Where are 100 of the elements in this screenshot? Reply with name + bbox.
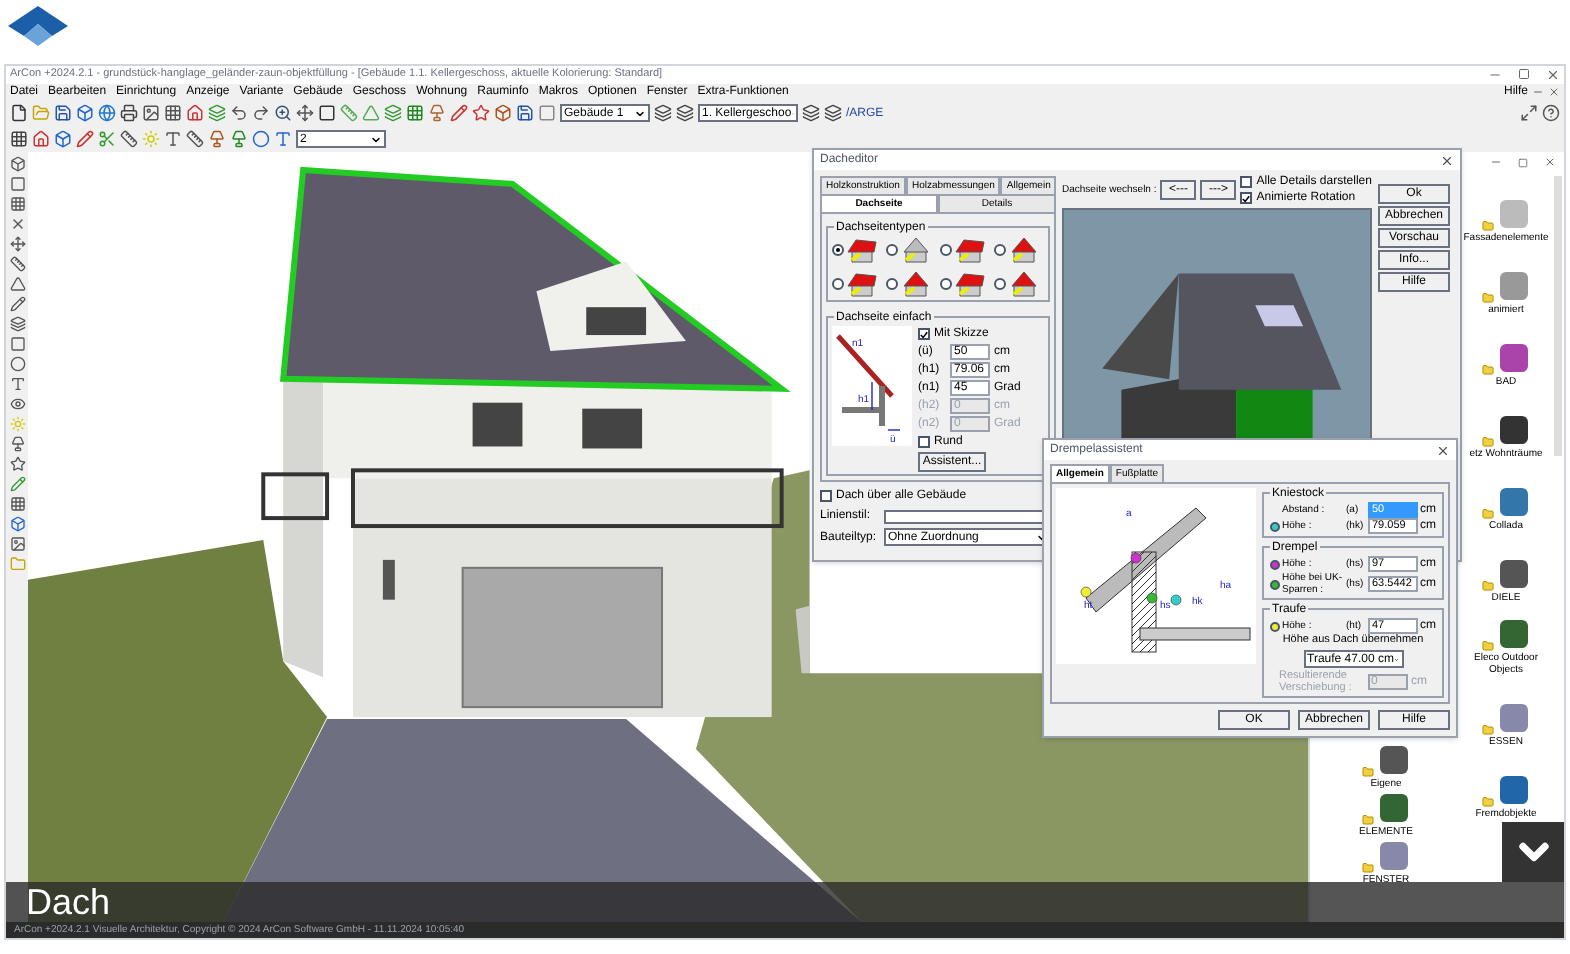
- close-icon[interactable]: [1440, 153, 1454, 167]
- cube-icon[interactable]: [9, 156, 25, 172]
- folder-icon: [1361, 862, 1373, 874]
- scrollbar[interactable]: [1554, 176, 1562, 456]
- grid-icon[interactable]: [406, 104, 424, 122]
- object-thumbnail: [1375, 742, 1411, 778]
- lamp-icon[interactable]: [208, 130, 226, 148]
- grid-icon[interactable]: [9, 496, 25, 512]
- zoom-icon[interactable]: [274, 104, 292, 122]
- folder-icon: [1481, 220, 1493, 232]
- roof-type-icon: [846, 270, 878, 298]
- checkbox[interactable]: [1240, 176, 1253, 188]
- roof-type-icon: [954, 270, 986, 298]
- cube-icon[interactable]: [76, 104, 94, 122]
- radio-button[interactable]: [832, 244, 844, 256]
- eye-icon[interactable]: [9, 396, 25, 412]
- cube-icon[interactable]: [494, 104, 512, 122]
- text-icon[interactable]: [164, 130, 182, 148]
- text-icon[interactable]: [274, 130, 292, 148]
- move-icon[interactable]: [296, 104, 314, 122]
- radio-button[interactable]: [940, 244, 952, 256]
- checkbox[interactable]: [918, 328, 930, 340]
- square-icon[interactable]: [318, 104, 336, 122]
- folder-icon: [1481, 724, 1493, 736]
- house-icon[interactable]: [32, 130, 50, 148]
- object-thumbnail: [1495, 556, 1531, 592]
- ruler-icon[interactable]: [9, 256, 25, 272]
- image-icon[interactable]: [9, 536, 25, 552]
- redo-icon[interactable]: [252, 104, 270, 122]
- triangle-icon[interactable]: [9, 276, 25, 292]
- image-icon[interactable]: [142, 104, 160, 122]
- scissors-icon[interactable]: [98, 130, 116, 148]
- panel-icon[interactable]: [1520, 104, 1538, 122]
- printer-icon[interactable]: [120, 104, 138, 122]
- grid-icon[interactable]: [9, 196, 25, 212]
- object-thumbnail: [1375, 838, 1411, 874]
- roof-type-icon: [1008, 236, 1040, 264]
- roof-type-icon: [1008, 270, 1040, 298]
- ruler-icon[interactable]: [120, 130, 138, 148]
- caption: Dach: [26, 882, 111, 922]
- folder-icon: [1481, 796, 1493, 808]
- grid-icon[interactable]: [10, 130, 28, 148]
- undo-icon[interactable]: [230, 104, 248, 122]
- cube-icon[interactable]: [54, 130, 72, 148]
- folder-icon: [1361, 814, 1373, 826]
- close-icon[interactable]: [1546, 68, 1560, 82]
- cube-icon[interactable]: [9, 516, 25, 532]
- close-icon[interactable]: [1548, 86, 1560, 98]
- lamp-icon[interactable]: [9, 436, 25, 452]
- move-icon[interactable]: [9, 236, 25, 252]
- folder-icon: [1481, 580, 1493, 592]
- globe-icon[interactable]: [98, 104, 116, 122]
- circle-icon[interactable]: [9, 356, 25, 372]
- expand-button[interactable]: [1502, 822, 1564, 882]
- ruler-icon[interactable]: [186, 130, 204, 148]
- folder-icon: [1481, 364, 1493, 376]
- caret-icon: [370, 133, 382, 145]
- lamp-icon[interactable]: [428, 104, 446, 122]
- text-icon[interactable]: [9, 376, 25, 392]
- close-icon[interactable]: [1436, 443, 1450, 457]
- radio-button[interactable]: [832, 278, 844, 290]
- radio-button[interactable]: [940, 278, 952, 290]
- grid-icon[interactable]: [164, 104, 182, 122]
- star-icon[interactable]: [472, 104, 490, 122]
- radio-button[interactable]: [994, 278, 1006, 290]
- roof-type-icon: [900, 236, 932, 264]
- maximize-icon[interactable]: [1518, 157, 1528, 167]
- checkbox[interactable]: [1240, 192, 1253, 204]
- save-icon[interactable]: [54, 104, 72, 122]
- cross-icon[interactable]: [9, 216, 25, 232]
- logo-icon: [8, 6, 68, 46]
- radio-button[interactable]: [886, 244, 898, 256]
- pencil-icon[interactable]: [450, 104, 468, 122]
- lamp-icon[interactable]: [230, 130, 248, 148]
- circle-icon[interactable]: [252, 130, 270, 148]
- pencil-icon[interactable]: [9, 476, 25, 492]
- layers-icon[interactable]: [802, 104, 820, 122]
- radio-button[interactable]: [886, 278, 898, 290]
- layers-icon[interactable]: [676, 104, 694, 122]
- page-icon[interactable]: [10, 104, 28, 122]
- save-icon[interactable]: [516, 104, 534, 122]
- layers-icon[interactable]: [654, 104, 672, 122]
- layers-icon[interactable]: [824, 104, 842, 122]
- pencil-icon[interactable]: [9, 296, 25, 312]
- object-thumbnail: [1495, 772, 1531, 808]
- object-thumbnail: [1375, 790, 1411, 826]
- object-thumbnail: [1495, 268, 1531, 304]
- checkbox[interactable]: [820, 490, 832, 502]
- star-icon[interactable]: [9, 456, 25, 472]
- layers-icon[interactable]: [9, 316, 25, 332]
- house-icon[interactable]: [186, 104, 204, 122]
- close-icon[interactable]: [1544, 156, 1556, 168]
- help-icon[interactable]: [1542, 104, 1560, 122]
- maximize-icon[interactable]: [1518, 68, 1530, 80]
- checkbox[interactable]: [918, 436, 930, 448]
- object-thumbnail: [1495, 616, 1531, 652]
- radio-button[interactable]: [994, 244, 1006, 256]
- folder-icon: [1481, 292, 1493, 304]
- pencil-icon[interactable]: [76, 130, 94, 148]
- roof-type-icon: [846, 236, 878, 264]
